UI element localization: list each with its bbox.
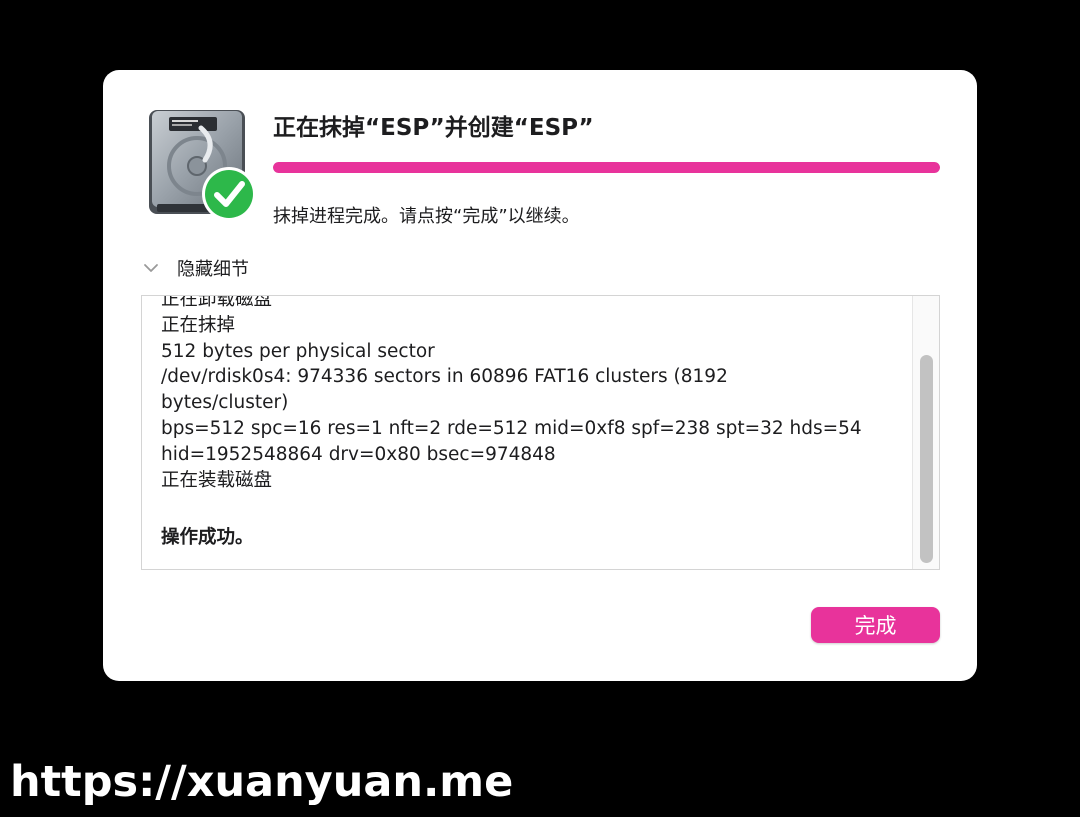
status-message: 抹掉进程完成。请点按“完成”以继续。 [273, 206, 580, 227]
log-line: 正在卸载磁盘 [161, 295, 273, 310]
progress-bar-fill [273, 162, 940, 173]
watermark-url: https://xuanyuan.me [10, 757, 514, 807]
hide-details-toggle[interactable]: 隐藏细节 [141, 254, 249, 282]
hide-details-label: 隐藏细节 [177, 259, 249, 280]
log-line: bytes/cluster) [161, 392, 289, 414]
log-line: /dev/rdisk0s4: 974336 sectors in 60896 F… [161, 366, 728, 388]
erase-dialog: 正在抹掉“ESP”并创建“ESP” 抹掉进程完成。请点按“完成”以继续。 隐藏细… [103, 70, 977, 681]
log-scrollbar-thumb[interactable] [920, 355, 933, 563]
progress-bar [273, 162, 940, 173]
chevron-down-icon [144, 264, 158, 272]
log-line: bps=512 spc=16 res=1 nft=2 rde=512 mid=0… [161, 417, 862, 439]
dialog-title: 正在抹掉“ESP”并创建“ESP” [273, 115, 594, 141]
log-line: 512 bytes per physical sector [161, 340, 435, 362]
log-scrollbar[interactable] [912, 296, 939, 569]
log-line: 操作成功。 [161, 527, 254, 549]
log-line: 正在装载磁盘 [161, 469, 273, 491]
log-line: hid=1952548864 drv=0x80 bsec=974848 [161, 443, 556, 465]
details-log[interactable]: 正在卸载磁盘正在抹掉 512 bytes per physical sector /… [141, 295, 940, 570]
checkmark-badge-icon [202, 167, 256, 221]
done-button[interactable]: 完成 [811, 607, 940, 643]
log-content: 正在卸载磁盘正在抹掉 512 bytes per physical sector /… [161, 295, 901, 551]
log-line: 正在抹掉 [161, 314, 236, 336]
